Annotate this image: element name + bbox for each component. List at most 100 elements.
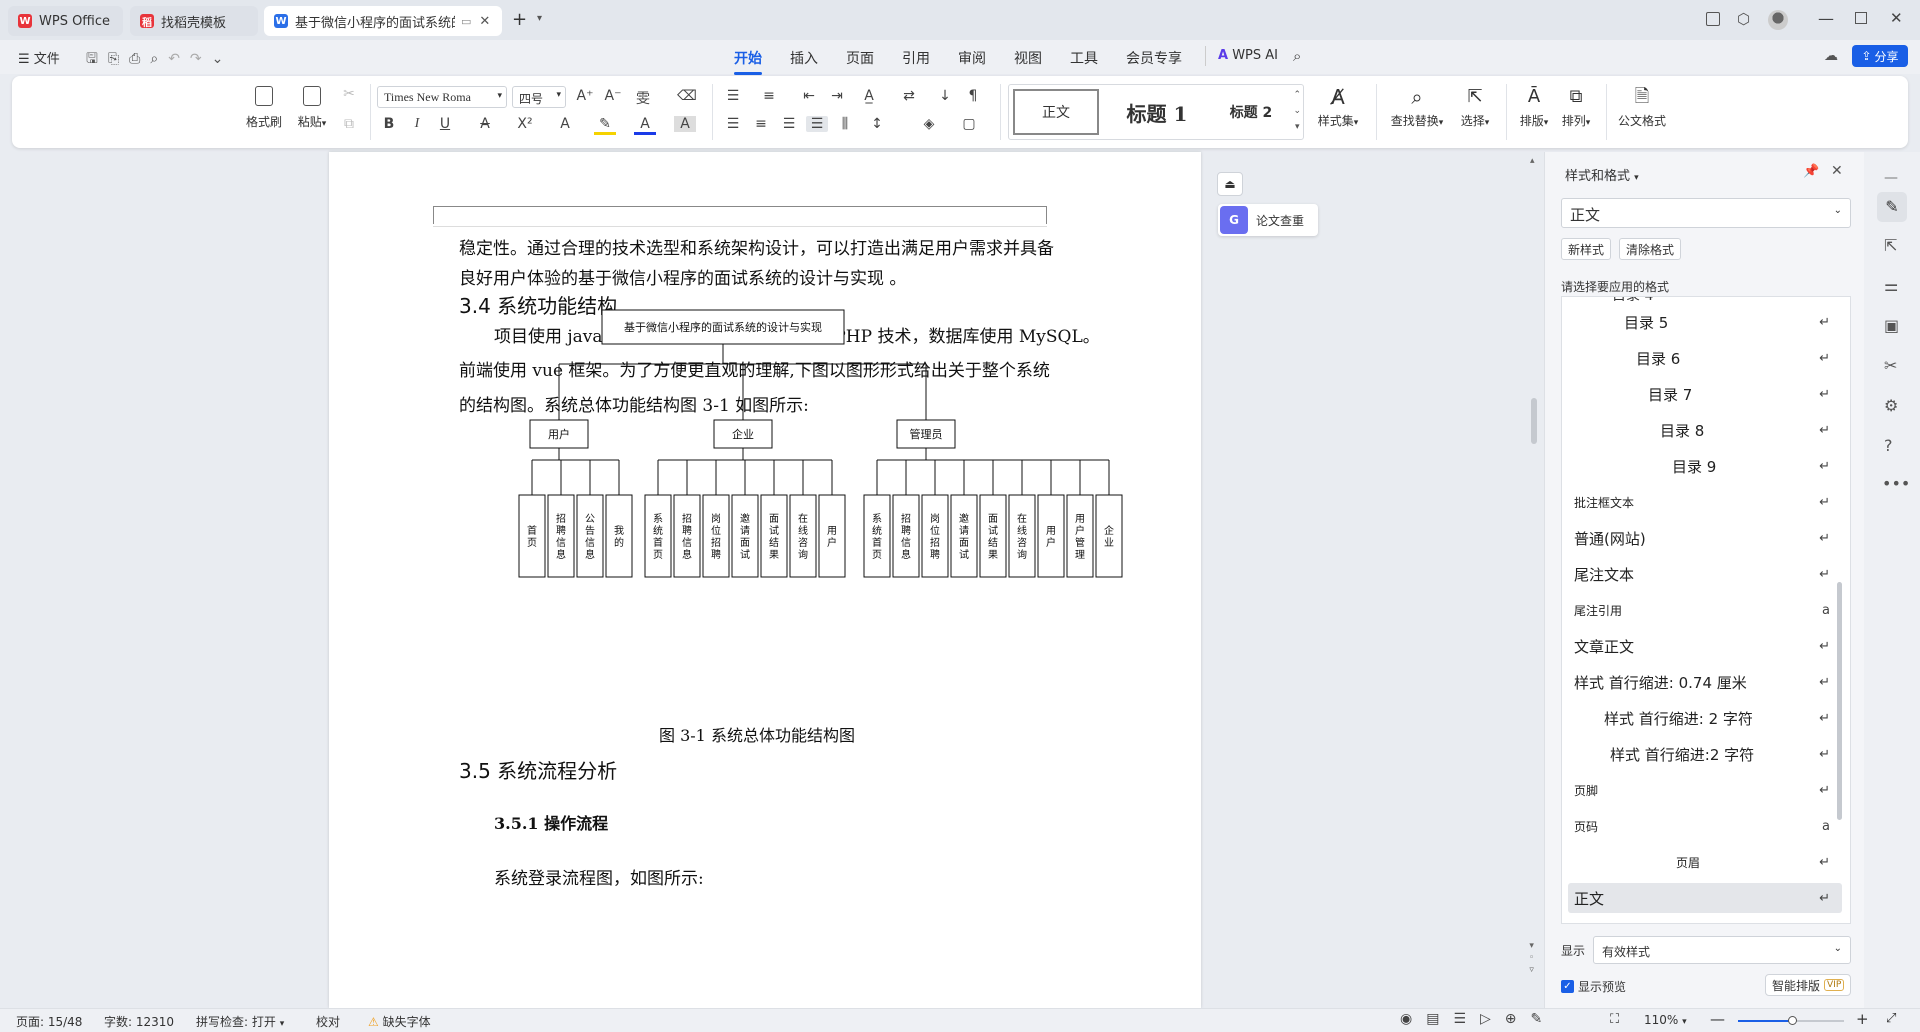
tab-insert[interactable]: 插入: [790, 48, 818, 68]
tab-wps-office[interactable]: W WPS Office: [8, 6, 123, 36]
zoom-out-icon[interactable]: —: [1710, 1010, 1725, 1028]
paste-button[interactable]: 粘贴▾: [290, 86, 334, 130]
search-icon[interactable]: ⌕: [1293, 47, 1301, 65]
help-icon[interactable]: ?: [1884, 436, 1893, 455]
collapse-sidebar-icon[interactable]: —: [1884, 170, 1898, 186]
tab-template[interactable]: 稻 找稻壳模板: [130, 6, 258, 36]
text-direction-icon[interactable]: ⇄: [898, 88, 920, 104]
tab-member[interactable]: 会员专享: [1126, 48, 1182, 68]
distributed-icon[interactable]: ⫼: [834, 116, 856, 132]
style-list-item[interactable]: 样式 首行缩进: 2 字符 ↵: [1568, 703, 1842, 733]
word-count[interactable]: 字数: 12310: [104, 1013, 174, 1030]
show-preview-checkbox[interactable]: ✓ 显示预览: [1561, 978, 1626, 995]
italic-icon[interactable]: I: [406, 116, 428, 132]
cube-icon[interactable]: ⬡: [1737, 10, 1750, 28]
clear-format-button[interactable]: 清除格式: [1619, 238, 1682, 260]
page-indicator[interactable]: 页面: 15/48: [16, 1013, 82, 1030]
add-tab-button[interactable]: +: [512, 9, 527, 30]
style-list-item[interactable]: 尾注引用 a: [1568, 595, 1842, 625]
cut-icon[interactable]: ✂: [338, 86, 360, 102]
align-right-icon[interactable]: ☰: [778, 116, 800, 132]
wps-ai-button[interactable]: A WPS AI: [1218, 48, 1278, 63]
panel-title[interactable]: 样式和格式 ▾: [1565, 165, 1639, 184]
save-icon[interactable]: 🖫: [86, 51, 108, 67]
copy-icon[interactable]: ⧉: [338, 116, 360, 132]
missing-font[interactable]: ⚠ 缺失字体: [368, 1013, 431, 1030]
redo-icon[interactable]: ↷: [190, 51, 212, 67]
grow-font-icon[interactable]: A⁺: [574, 88, 596, 104]
format-painter-button[interactable]: 格式刷: [242, 86, 286, 130]
cloud-icon[interactable]: ☁: [1824, 48, 1838, 64]
style-list-item[interactable]: 样式 首行缩进: 0.74 厘米 ↵: [1568, 667, 1842, 697]
current-style-select[interactable]: 正文 ⌄: [1561, 198, 1851, 228]
style-list-item[interactable]: 目录 7 ↵: [1568, 379, 1842, 409]
style-list-item[interactable]: 尾注文本 ↵: [1568, 559, 1842, 589]
print-icon[interactable]: ⎙: [129, 51, 150, 67]
numbered-list-icon[interactable]: ≡: [758, 88, 780, 104]
style-list-item[interactable]: 目录 9 ↵: [1568, 451, 1842, 481]
sliders-icon[interactable]: ⚌: [1884, 276, 1898, 295]
new-style-button[interactable]: 新样式: [1561, 238, 1612, 260]
page-nav-icons[interactable]: ▾ ◦ ▿: [1529, 940, 1534, 976]
print-preview-icon[interactable]: ⌕: [150, 51, 168, 67]
tab-tools[interactable]: 工具: [1070, 48, 1098, 68]
eye-icon[interactable]: ◉: [1400, 1011, 1426, 1027]
decrease-indent-icon[interactable]: ⇤: [798, 88, 820, 104]
window-restore-icon[interactable]: [1706, 12, 1720, 26]
scroll-up-icon[interactable]: ▴: [1530, 156, 1535, 166]
style-list-item[interactable]: 页码 a: [1568, 811, 1842, 841]
tab-view[interactable]: 视图: [1014, 48, 1042, 68]
increase-indent-icon[interactable]: ⇥: [826, 88, 848, 104]
style-normal[interactable]: 正文: [1013, 89, 1099, 135]
font-color-icon[interactable]: A: [634, 116, 656, 135]
document-page[interactable]: 稳定性。通过合理的技术选型和系统架构设计，可以打造出满足用户需求并具备 良好用户…: [329, 152, 1201, 1008]
style-list-item[interactable]: 普通(网站) ↵: [1568, 523, 1842, 553]
zoom-in-icon[interactable]: +: [1856, 1010, 1869, 1028]
undo-icon[interactable]: ↶: [168, 51, 190, 67]
play-icon[interactable]: ▷: [1480, 1011, 1505, 1027]
more-icon[interactable]: •••: [1882, 474, 1910, 493]
phonetic-icon[interactable]: 雯: [632, 88, 654, 108]
char-shading-icon[interactable]: A: [674, 116, 696, 132]
style-list-item[interactable]: 页脚 ↵: [1568, 775, 1842, 805]
tools-icon[interactable]: ✂: [1884, 356, 1897, 375]
vertical-scrollbar[interactable]: [1531, 398, 1537, 444]
page-view-icon[interactable]: ▤: [1426, 1011, 1453, 1027]
close-window-icon[interactable]: ✕: [1890, 9, 1903, 27]
tab-document[interactable]: W 基于微信小程序的面试系统的设计与实现 ▭ ✕: [264, 6, 502, 36]
shrink-font-icon[interactable]: A⁻: [602, 88, 624, 104]
image-edit-icon[interactable]: ▣: [1884, 316, 1899, 335]
superscript-icon[interactable]: X²: [514, 116, 536, 132]
proofread[interactable]: 校对: [316, 1013, 340, 1030]
arrange-button[interactable]: ⧉ 排列▾: [1556, 86, 1596, 129]
fit-icon[interactable]: ⛶: [1610, 1012, 1619, 1027]
zoom-level[interactable]: 110% ▾: [1644, 1013, 1687, 1027]
style-list-item[interactable]: 样式 首行缩进:2 字符 ↵: [1568, 739, 1842, 769]
maximize-icon[interactable]: [1855, 12, 1867, 24]
file-menu[interactable]: ☰ 文件: [18, 48, 60, 67]
close-icon[interactable]: ✕: [1831, 163, 1843, 179]
share-button[interactable]: ⇪ 分享: [1852, 45, 1908, 67]
underline-icon[interactable]: U: [434, 116, 456, 132]
layout-button[interactable]: Ā 排版▾: [1514, 86, 1554, 129]
style-list-item[interactable]: 页眉 ↵: [1568, 847, 1842, 877]
chinese-layout-icon[interactable]: A̲: [858, 88, 880, 104]
fullscreen-icon[interactable]: ⤢: [1886, 1011, 1896, 1026]
tab-review[interactable]: 审阅: [958, 48, 986, 68]
tab-home[interactable]: 开始: [734, 48, 762, 75]
style-list-item[interactable]: 目录 8 ↵: [1568, 415, 1842, 445]
font-size-select[interactable]: 四号 ▾: [512, 86, 566, 108]
clear-format-icon[interactable]: ⌫: [676, 88, 698, 104]
font-name-select[interactable]: Times New Roma ▾: [377, 86, 507, 108]
select-button[interactable]: ⇱ 选择▾: [1452, 86, 1498, 129]
avatar[interactable]: [1768, 10, 1788, 30]
justify-icon[interactable]: ☰: [806, 116, 828, 132]
show-marks-icon[interactable]: ¶: [962, 88, 984, 104]
bold-icon[interactable]: B: [378, 116, 400, 132]
zoom-slider-thumb[interactable]: [1788, 1016, 1797, 1025]
style-list-item[interactable]: 文章正文 ↵: [1568, 631, 1842, 661]
plugin-icon[interactable]: ⚙: [1884, 396, 1898, 415]
close-icon[interactable]: ✕: [479, 14, 490, 29]
align-center-icon[interactable]: ≡: [750, 116, 772, 132]
doc-format-button[interactable]: 🗎 公文格式: [1614, 86, 1670, 129]
